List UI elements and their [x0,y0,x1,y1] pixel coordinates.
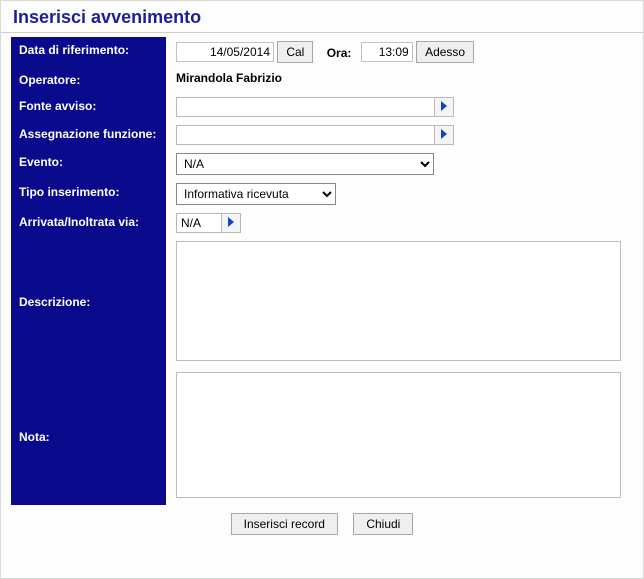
inserisci-record-button[interactable]: Inserisci record [231,513,338,535]
arrow-right-icon [440,100,448,114]
label-operatore: Operatore: [11,67,166,93]
assegnazione-input[interactable] [176,125,434,145]
arrow-right-icon [227,216,235,230]
label-fonte: Fonte avviso: [11,93,166,121]
arrivata-lookup-button[interactable] [221,213,241,233]
page-header: Inserisci avvenimento [1,1,643,33]
arrow-right-icon [440,128,448,142]
nota-textarea[interactable] [176,372,621,498]
date-input[interactable] [176,42,274,62]
fonte-lookup-button[interactable] [434,97,454,117]
ora-label: Ora: [327,46,352,60]
bottom-button-bar: Inserisci record Chiudi [11,505,633,543]
now-button[interactable]: Adesso [416,41,474,63]
label-nota: Nota: [11,368,166,505]
arrivata-input[interactable]: N/A [176,213,221,233]
label-descrizione: Descrizione: [11,237,166,368]
time-input[interactable] [361,42,413,62]
tipo-inserimento-select[interactable]: Informativa ricevuta [176,183,336,205]
evento-select[interactable]: N/A [176,153,434,175]
calendar-button[interactable]: Cal [277,41,313,63]
label-assegnazione: Assegnazione funzione: [11,121,166,149]
label-data-rif: Data di riferimento: [11,37,166,67]
label-tipo-ins: Tipo inserimento: [11,179,166,209]
page-title: Inserisci avvenimento [13,7,633,28]
assegnazione-lookup-button[interactable] [434,125,454,145]
label-arrivata: Arrivata/Inoltrata via: [11,209,166,237]
chiudi-button[interactable]: Chiudi [353,513,413,535]
fonte-input[interactable] [176,97,434,117]
form-table: Data di riferimento: Cal Ora: Adesso Ope… [11,37,627,505]
descrizione-textarea[interactable] [176,241,621,361]
label-evento: Evento: [11,149,166,179]
operatore-value: Mirandola Fabrizio [176,71,282,85]
